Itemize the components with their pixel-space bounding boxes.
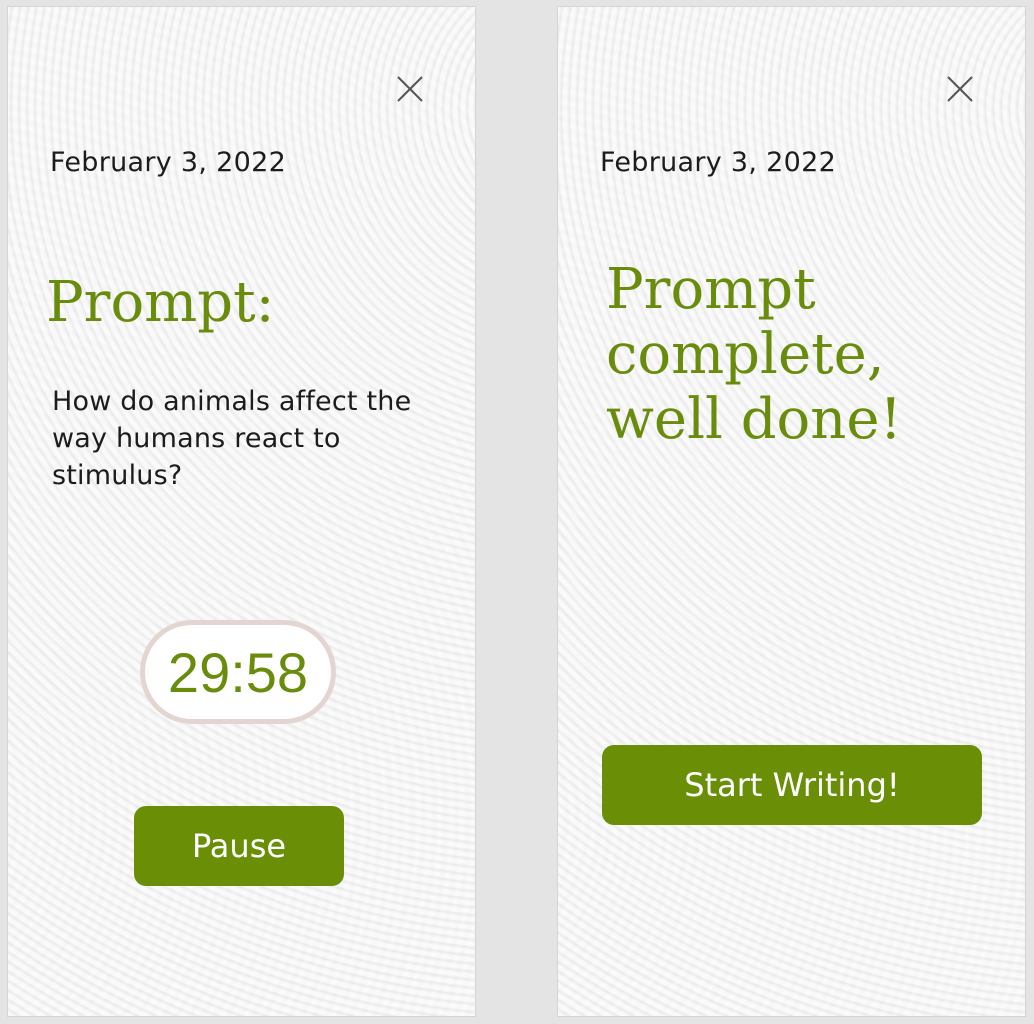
date-label: February 3, 2022 [600,147,837,178]
close-icon[interactable] [394,73,426,105]
completion-screen: February 3, 2022 Prompt complete, well d… [557,6,1026,1017]
completion-heading: Prompt complete, well done! [606,257,902,452]
start-writing-button[interactable]: Start Writing! [602,745,982,825]
prompt-text: How do animals affect the way humans rea… [52,386,412,491]
pause-button[interactable]: Pause [134,806,344,886]
countdown-timer: 29:58 [140,620,336,724]
prompt-heading: Prompt: [46,270,275,335]
close-icon[interactable] [944,73,976,105]
prompt-screen: February 3, 2022 Prompt: How do animals … [7,6,476,1017]
date-label: February 3, 2022 [50,147,287,178]
